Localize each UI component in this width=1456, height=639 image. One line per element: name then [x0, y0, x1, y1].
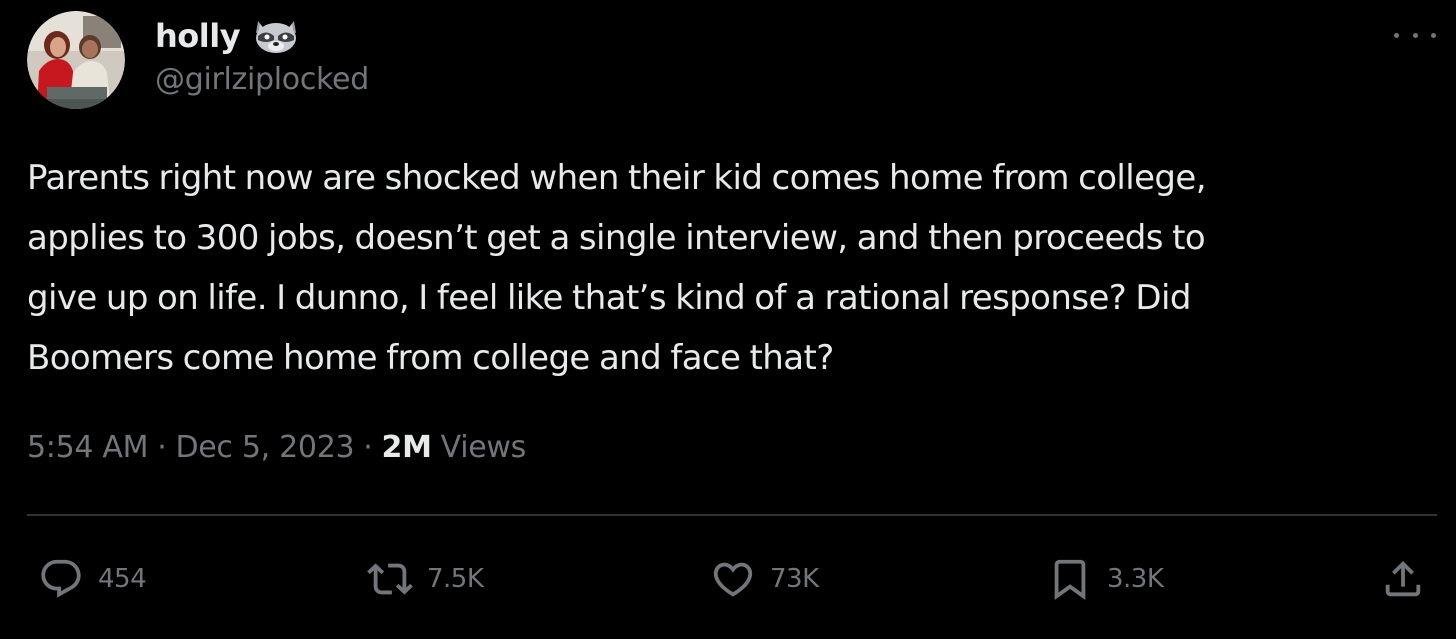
tweet-text: Parents right now are shocked when their… — [27, 148, 1437, 388]
heart-icon — [713, 562, 753, 597]
views-count[interactable]: 2M — [382, 430, 432, 465]
tweet-time[interactable]: 5:54 AM — [27, 430, 149, 465]
author-row: holly — [155, 14, 300, 58]
divider — [27, 514, 1437, 516]
raccoon-emoji-icon — [252, 17, 300, 55]
reply-bubble-icon — [41, 559, 81, 598]
tweet-text-line: applies to 300 jobs, doesn’t get a singl… — [27, 218, 1206, 258]
tweet-text-line: Parents right now are shocked when their… — [27, 158, 1207, 198]
more-dot — [1431, 32, 1436, 38]
tweet-meta: 5:54 AM · Dec 5, 2023 · 2M Views — [27, 430, 526, 465]
meta-separator: · — [363, 430, 373, 465]
tweet-card: holly @girlziplocked Parents right now a… — [0, 0, 1456, 639]
tweet-text-line: give up on life. I dunno, I feel like th… — [27, 278, 1191, 318]
views-label: Views — [440, 430, 527, 465]
more-options-icon[interactable] — [1394, 26, 1436, 44]
reply-button[interactable]: 454 — [38, 556, 147, 602]
more-dot — [1394, 32, 1399, 38]
share-upload-icon — [1385, 560, 1421, 597]
like-button[interactable]: 73K — [710, 556, 819, 602]
meta-separator: · — [157, 430, 167, 465]
retweet-count: 7.5K — [427, 564, 484, 594]
author-handle[interactable]: @girlziplocked — [155, 62, 369, 97]
reply-count: 454 — [98, 564, 147, 594]
tweet-text-line: Boomers come home from college and face … — [27, 338, 834, 378]
bookmark-count: 3.3K — [1107, 564, 1164, 594]
like-count: 73K — [770, 564, 819, 594]
tweet-date[interactable]: Dec 5, 2023 — [175, 430, 354, 465]
bookmark-button[interactable]: 3.3K — [1047, 556, 1164, 602]
retweet-icon — [367, 563, 413, 595]
bookmark-icon — [1054, 559, 1086, 600]
display-name[interactable]: holly — [155, 17, 241, 55]
share-button[interactable] — [1380, 556, 1426, 602]
avatar[interactable] — [27, 11, 125, 109]
more-dot — [1412, 32, 1418, 38]
retweet-button[interactable]: 7.5K — [367, 556, 484, 602]
